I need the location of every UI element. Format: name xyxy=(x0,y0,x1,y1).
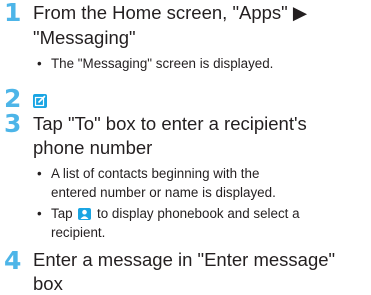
bullet-dot: • xyxy=(37,206,42,221)
step-3-bullet-1-line-2: entered number or name is displayed. xyxy=(51,185,276,200)
bullet-dot: • xyxy=(37,56,42,71)
step-3-bullet-2-post: to display phonebook and select a xyxy=(93,206,300,221)
step-3-number: 3 xyxy=(4,109,22,138)
step-3-bullet-2-pre: Tap xyxy=(51,206,77,221)
step-3-bullet-2-line-2: recipient. xyxy=(51,225,106,240)
bullet-dot: • xyxy=(37,166,42,181)
step-3-title-line-1: Tap "To" box to enter a recipient's xyxy=(33,113,307,134)
step-1-bullet-1-text: The "Messaging" screen is displayed. xyxy=(51,56,274,71)
step-2-number: 2 xyxy=(4,84,22,113)
step-4-title-line-2: box xyxy=(33,273,63,294)
step-3-bullet-2-continuation: recipient. xyxy=(37,223,105,242)
step-3-bullet-1-continuation: entered number or name is displayed. xyxy=(37,183,276,202)
compose-icon xyxy=(33,94,47,108)
step-3-bullet-1-line-1: A list of contacts beginning with the xyxy=(51,166,260,181)
step-4-number: 4 xyxy=(4,246,22,275)
step-3-bullet-1: • A list of contacts beginning with the xyxy=(37,164,259,183)
step-4-title-line-1: Enter a message in "Enter message" xyxy=(33,249,336,270)
contact-icon xyxy=(78,208,92,220)
step-1-number: 1 xyxy=(4,0,22,27)
step-1-bullet-1: • The "Messaging" screen is displayed. xyxy=(37,54,273,73)
step-3-title-line-2: phone number xyxy=(33,137,153,158)
step-1-title-line-1: From the Home screen, "Apps" ▶ xyxy=(33,2,308,23)
step-1-title-line-2: "Messaging" xyxy=(33,27,136,48)
step-3-bullet-2: • Tap to display phonebook and select a xyxy=(37,204,300,223)
